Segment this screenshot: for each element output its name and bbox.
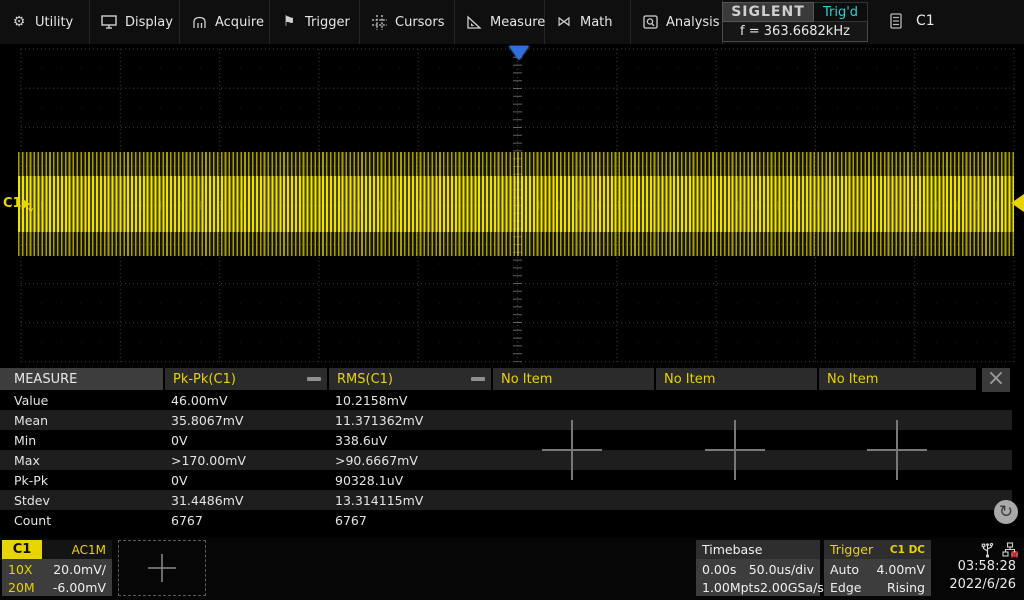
monitor-icon (101, 14, 117, 30)
trigger-position-marker[interactable] (509, 46, 529, 60)
remove-measure-icon[interactable] (471, 377, 485, 381)
flag-icon: ⚑ (281, 14, 297, 30)
measure-row-value: Value 46.00mV 10.2158mV (0, 390, 1012, 410)
trigger-type: Edge (830, 580, 861, 595)
sample-rate: 2.00GSa/s (760, 580, 824, 595)
menu-label: Analysis (666, 15, 720, 30)
trigger-level: 4.00mV (876, 562, 925, 577)
probe-label: 10X (8, 562, 32, 577)
set-square-icon (466, 14, 482, 30)
timebase-panel[interactable]: Timebase 0.00s 50.0us/div 1.00Mpts 2.00G… (696, 540, 820, 596)
channel1-offset-sub: v (28, 206, 33, 216)
close-icon[interactable]: × (982, 368, 1010, 392)
measure-col-pkpk[interactable]: Pk-Pk(C1) (165, 368, 327, 390)
active-channel-label: C1 (916, 13, 935, 29)
channel1-badge: C1 (2, 540, 42, 559)
measure-row-max: Max >170.00mV >90.6667mV (0, 450, 1012, 470)
measure-col-empty-2[interactable]: No Item (656, 368, 817, 390)
oscilloscope-ui: ⚙ Utility Display Acquire ⚑ Trigger Curs… (0, 0, 1024, 600)
siglent-logo: SIGLENT (722, 2, 814, 22)
system-status: 03:58:28 2022/6/26 (936, 538, 1022, 600)
memory-depth: 1.00Mpts (702, 580, 760, 595)
menu-label: Measure (490, 15, 545, 30)
clock-time: 03:58:28 (958, 559, 1016, 574)
acquire-arch-icon (191, 14, 207, 30)
clock-date: 2022/6/26 (949, 577, 1016, 592)
trigger-title: Trigger (830, 542, 873, 557)
measure-col-rms[interactable]: RMS(C1) (329, 368, 491, 390)
status-cluster: SIGLENT Trig'd f = 363.6682kHz (722, 2, 868, 42)
menu-utility[interactable]: ⚙ Utility (0, 0, 90, 44)
cursor-grid-icon (371, 14, 387, 30)
coupling-label: AC1M (42, 540, 112, 559)
menu-label: Trigger (305, 15, 350, 30)
channel1-waveform (18, 152, 1014, 256)
frequency-counter: f = 363.6682kHz (722, 22, 868, 42)
add-channel-box[interactable] (118, 540, 206, 596)
measure-row-count: Count 6767 6767 (0, 510, 1012, 530)
timebase-delay: 0.00s (702, 562, 736, 577)
menu-trigger[interactable]: ⚑ Trigger (270, 0, 360, 44)
add-channel-icon (144, 550, 180, 586)
gear-icon: ⚙ (11, 14, 27, 30)
magnifier-doc-icon (642, 14, 658, 30)
menu-label: Cursors (395, 15, 445, 30)
trigger-panel[interactable]: Trigger C1 DC Auto 4.00mV Edge Rising (824, 540, 931, 596)
trigger-source: C1 DC (890, 544, 925, 556)
channel1-offset-marker[interactable]: C1 (3, 196, 30, 211)
menu-label: Math (580, 15, 613, 30)
waveform-display: C1 v (0, 44, 1024, 364)
menu-acquire[interactable]: Acquire (180, 0, 270, 44)
trigger-level-marker[interactable] (1011, 194, 1024, 212)
trigger-mode: Auto (830, 562, 859, 577)
menu-cursors[interactable]: Cursors (360, 0, 455, 44)
measure-panel: MEASURE Pk-Pk(C1) RMS(C1) No Item No Ite… (0, 368, 1012, 530)
refresh-icon[interactable]: ↻ (994, 500, 1018, 524)
list-icon (890, 13, 902, 29)
vertical-offset: -6.00mV (53, 580, 106, 595)
menu-math[interactable]: ⋈ Math (545, 0, 631, 44)
bowtie-icon: ⋈ (556, 14, 572, 30)
menu-label: Utility (35, 15, 73, 30)
measure-row-stdev: Stdev 31.4486mV 13.314115mV (0, 490, 1012, 510)
measure-title: MEASURE (0, 368, 163, 390)
measure-row-min: Min 0V 338.6uV (0, 430, 1012, 450)
menu-display[interactable]: Display (90, 0, 180, 44)
trigger-slope: Rising (887, 580, 925, 595)
menu-label: Acquire (215, 15, 264, 30)
menu-label: Display (125, 15, 173, 30)
menubar: ⚙ Utility Display Acquire ⚑ Trigger Curs… (0, 0, 1024, 44)
trigger-state-badge: Trig'd (814, 2, 868, 22)
bandwidth-label: 20M (8, 580, 35, 595)
add-measure-icon[interactable] (540, 418, 604, 482)
measure-header-row: MEASURE Pk-Pk(C1) RMS(C1) No Item No Ite… (0, 368, 1012, 390)
remove-measure-icon[interactable] (307, 377, 321, 381)
add-measure-icon[interactable] (703, 418, 767, 482)
add-measure-icon[interactable] (865, 418, 929, 482)
timebase-scale: 50.0us/div (749, 562, 814, 577)
measure-col-empty-3[interactable]: No Item (819, 368, 976, 390)
measure-col-empty-1[interactable]: No Item (493, 368, 654, 390)
vertical-scale: 20.0mV/ (53, 562, 106, 577)
menu-analysis[interactable]: Analysis (631, 0, 723, 44)
bottombar: C1 AC1M 10X 20.0mV/ 20M -6.00mV Timebase (0, 538, 1024, 600)
measure-row-pkpk: Pk-Pk 0V 90328.1uV (0, 470, 1012, 490)
timebase-title: Timebase (696, 540, 820, 559)
menu-measure[interactable]: Measure (455, 0, 545, 44)
measure-row-mean: Mean 35.8067mV 11.371362mV (0, 410, 1012, 430)
channel1-panel[interactable]: C1 AC1M 10X 20.0mV/ 20M -6.00mV (2, 540, 112, 596)
active-channel-indicator[interactable]: C1 (880, 6, 952, 36)
